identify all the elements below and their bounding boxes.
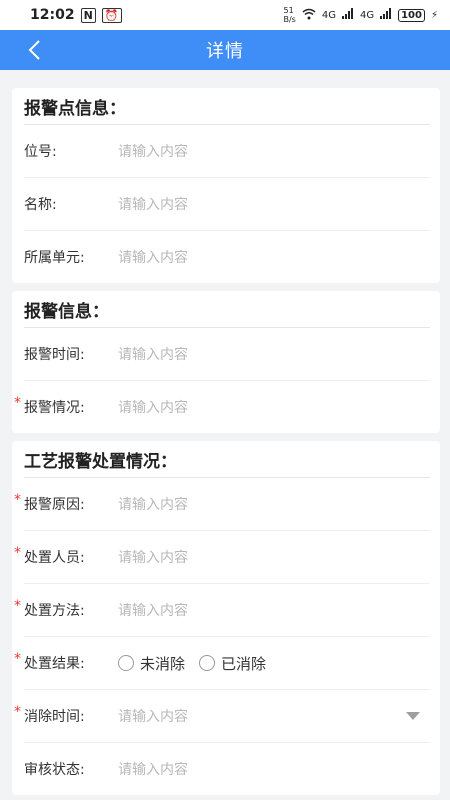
clock: 12:02 xyxy=(30,7,75,23)
method-row[interactable]: * 处置方法: 请输入内容 xyxy=(14,584,430,637)
app-bar: 详情 xyxy=(0,30,450,70)
alarm-info-card: 报警信息： 报警时间: 请输入内容 * 报警情况: 请输入内容 xyxy=(12,291,440,433)
field-label: 报警时间: xyxy=(24,347,85,363)
battery-icon: 100 xyxy=(398,8,425,22)
name-row[interactable]: 名称: 请输入内容 xyxy=(24,178,430,231)
required-mark: * xyxy=(14,598,21,614)
charging-icon: ⚡ xyxy=(430,9,438,21)
alarm-time-input[interactable]: 请输入内容 xyxy=(118,344,430,364)
required-mark: * xyxy=(14,395,21,411)
nfc-icon: N xyxy=(80,7,96,23)
required-mark: * xyxy=(14,492,21,508)
field-label: 位号: xyxy=(24,144,57,160)
signal-icon-2 xyxy=(380,8,392,22)
review-status-row[interactable]: 审核状态: 请输入内容 xyxy=(24,743,430,795)
signal-label-2: 4G xyxy=(359,9,375,21)
alarm-point-card: 报警点信息： 位号: 请输入内容 名称: 请输入内容 所属单元: 请输入内容 xyxy=(12,88,440,283)
required-mark: * xyxy=(14,545,21,561)
status-left: 12:02 N ⏰ xyxy=(30,7,122,23)
field-label: 审核状态: xyxy=(24,762,85,778)
radio-label: 已消除 xyxy=(221,654,267,673)
section-header: 工艺报警处置情况： xyxy=(24,441,430,478)
result-row: * 处置结果: 未消除 已消除 xyxy=(14,637,430,690)
alarm-cause-input[interactable]: 请输入内容 xyxy=(118,494,430,514)
chevron-left-icon xyxy=(28,40,40,60)
field-label: * 报警情况: xyxy=(14,395,85,416)
signal-icon-1 xyxy=(341,8,354,22)
radio-not-cleared[interactable]: 未消除 xyxy=(118,653,185,674)
alarm-status-row[interactable]: * 报警情况: 请输入内容 xyxy=(14,381,430,433)
alarm-icon: ⏰ xyxy=(101,7,122,23)
dropdown-arrow-icon[interactable] xyxy=(406,712,420,720)
status-bar: 12:02 N ⏰ 51 B/s 4G 4G 100 ⚡ xyxy=(0,0,450,30)
radio-cleared[interactable]: 已消除 xyxy=(199,653,266,674)
unit-row[interactable]: 所属单元: 请输入内容 xyxy=(24,231,430,283)
method-input[interactable]: 请输入内容 xyxy=(118,600,430,620)
wifi-icon xyxy=(302,8,316,23)
network-speed: 51 B/s xyxy=(283,6,296,24)
field-label: 所属单元: xyxy=(24,250,85,266)
unit-input[interactable]: 请输入内容 xyxy=(118,247,430,267)
page-title: 详情 xyxy=(206,41,244,62)
disposal-card: 工艺报警处置情况： * 报警原因: 请输入内容 * 处置人员: 请输入内容 * 处置方… xyxy=(12,441,440,795)
field-label: * 处置人员: xyxy=(14,545,85,566)
alarm-cause-row[interactable]: * 报警原因: 请输入内容 xyxy=(14,478,430,531)
name-input[interactable]: 请输入内容 xyxy=(118,194,430,214)
position-number-row[interactable]: 位号: 请输入内容 xyxy=(24,125,430,178)
back-button[interactable] xyxy=(20,36,48,64)
status-right: 51 B/s 4G 4G 100 ⚡ xyxy=(283,6,438,24)
section-header: 报警信息： xyxy=(24,291,430,328)
signal-label-1: 4G xyxy=(321,9,336,21)
field-label: * 消除时间: xyxy=(14,704,85,725)
handler-row[interactable]: * 处置人员: 请输入内容 xyxy=(14,531,430,584)
required-mark: * xyxy=(14,704,21,720)
clear-time-input[interactable]: 请输入内容 xyxy=(118,706,430,726)
position-number-input[interactable]: 请输入内容 xyxy=(118,141,430,161)
review-status-input[interactable]: 请输入内容 xyxy=(118,759,430,779)
radio-label: 未消除 xyxy=(140,654,186,673)
radio-circle-icon xyxy=(199,655,216,671)
field-label: 名称: xyxy=(24,197,57,213)
field-label: * 报警原因: xyxy=(14,492,85,513)
section-header: 报警点信息： xyxy=(24,88,430,125)
alarm-status-input[interactable]: 请输入内容 xyxy=(118,397,430,417)
content: 报警点信息： 位号: 请输入内容 名称: 请输入内容 所属单元: 请输入内容 报… xyxy=(0,70,450,795)
field-label: * 处置结果: xyxy=(14,651,85,672)
field-label: * 处置方法: xyxy=(14,598,85,619)
handler-input[interactable]: 请输入内容 xyxy=(118,547,430,567)
clear-time-row[interactable]: * 消除时间: 请输入内容 xyxy=(14,690,430,743)
required-mark: * xyxy=(14,651,21,667)
result-radio-group: 未消除 已消除 xyxy=(118,653,266,674)
alarm-time-row[interactable]: 报警时间: 请输入内容 xyxy=(24,328,430,381)
radio-circle-icon xyxy=(118,655,134,671)
